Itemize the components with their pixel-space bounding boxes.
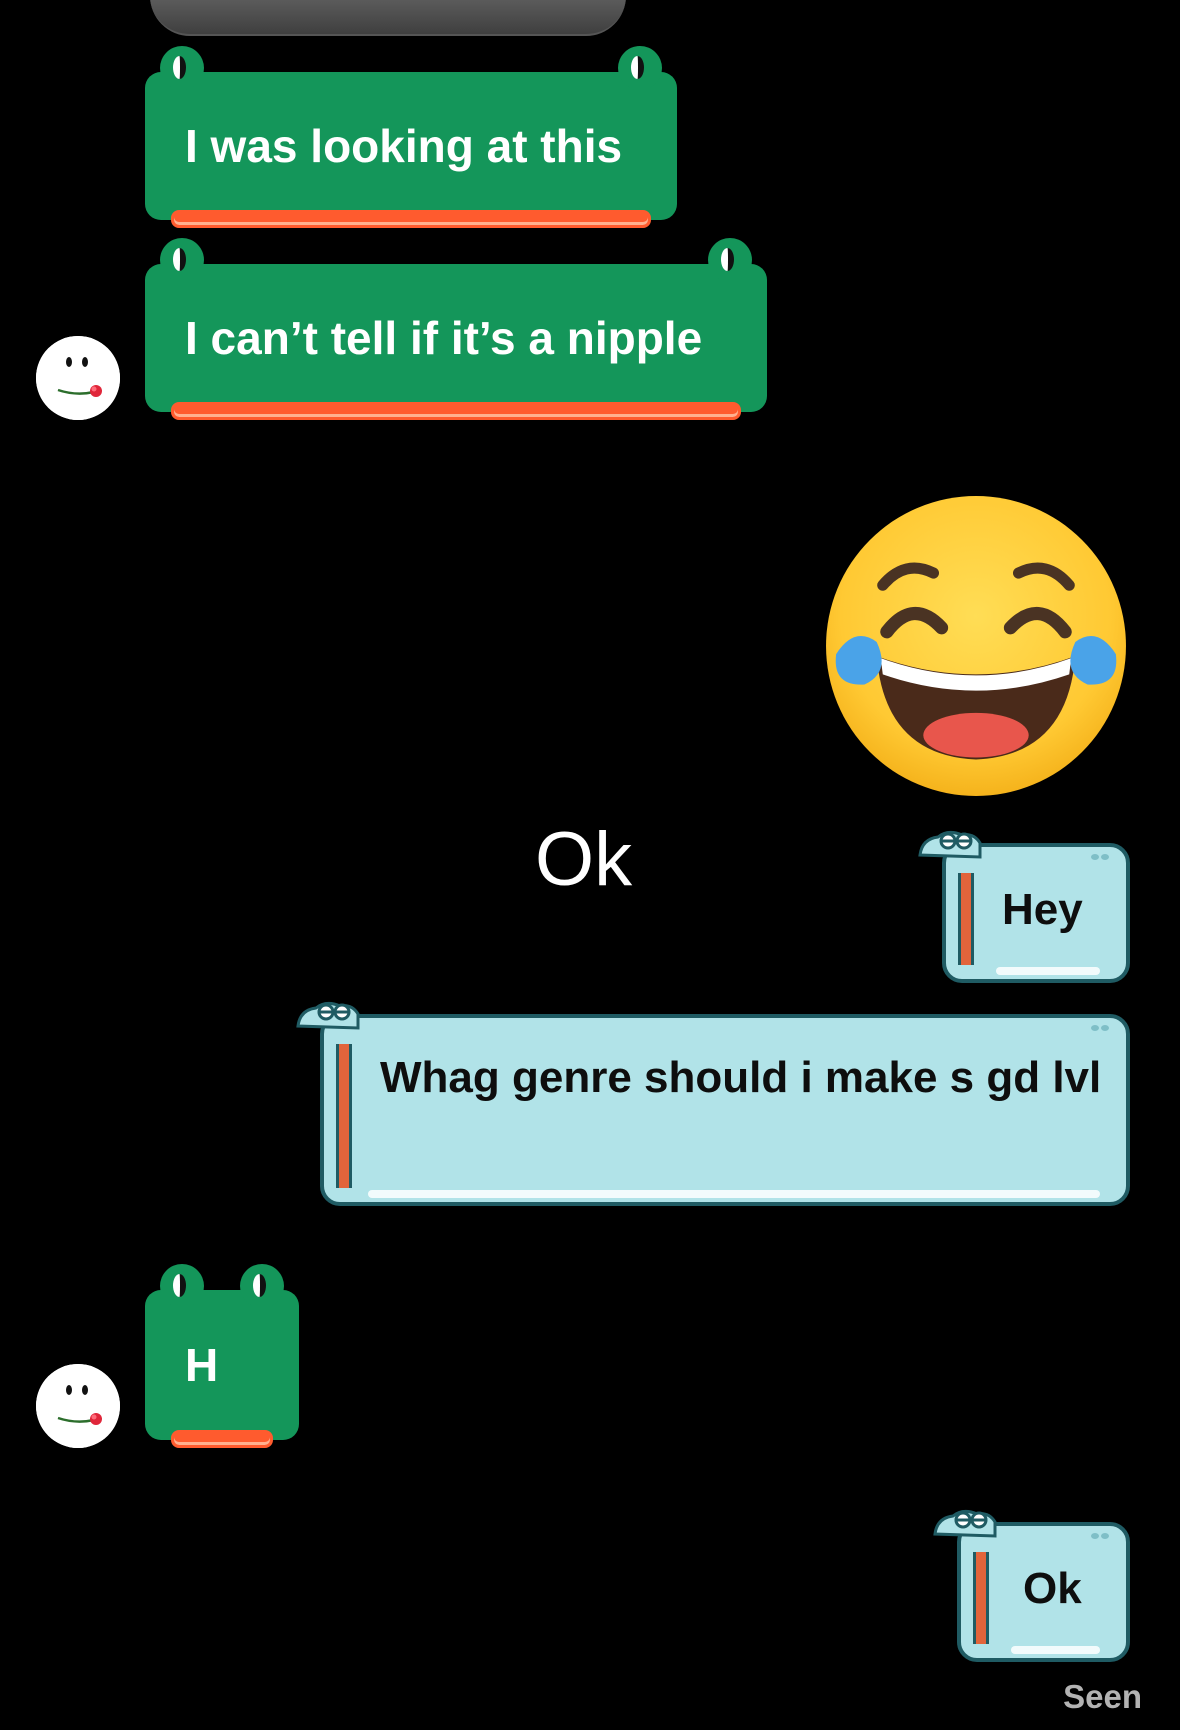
outgoing-message-bubble[interactable]: Hey	[918, 830, 1130, 983]
croc-eyes-icon	[918, 830, 982, 859]
frog-eye-left-icon	[160, 1264, 204, 1308]
frog-eye-left-icon	[160, 238, 204, 282]
frog-tongue-icon	[171, 210, 651, 228]
message-text: Ok	[1023, 1564, 1082, 1613]
smiley-with-rose-icon	[36, 1364, 120, 1448]
message-text: Hey	[1002, 885, 1083, 934]
frog-eye-right-icon	[708, 238, 752, 282]
nostril-dots-icon	[1091, 1025, 1109, 1031]
face-with-tears-of-joy-icon	[826, 496, 1126, 796]
frog-eye-right-icon	[618, 46, 662, 90]
smiley-with-rose-icon	[36, 336, 120, 420]
frog-tongue-icon	[171, 402, 741, 420]
outgoing-message-bubble[interactable]: Whag genre should i make s gd lvl	[296, 1001, 1130, 1206]
incoming-message-bubble[interactable]: H	[145, 1264, 299, 1448]
bubble-sheen	[368, 1190, 1100, 1198]
message-text: H	[185, 1339, 219, 1391]
frog-eye-right-icon	[240, 1264, 284, 1308]
message-text: Whag genre should i make s gd lvl	[380, 1053, 1102, 1102]
media-preview[interactable]	[150, 0, 626, 36]
croc-jaw-icon	[336, 1044, 352, 1188]
bubble-sheen	[996, 967, 1100, 975]
avatar[interactable]	[36, 336, 120, 420]
incoming-message-bubble[interactable]: I can’t tell if it’s a nipple	[145, 238, 767, 420]
croc-eyes-icon	[933, 1509, 997, 1538]
croc-eyes-icon	[296, 1001, 360, 1030]
message-text: I can’t tell if it’s a nipple	[185, 312, 703, 364]
incoming-message-bubble[interactable]: I was looking at this	[145, 46, 677, 228]
frog-tongue-icon	[171, 1430, 273, 1448]
seen-status: Seen	[1063, 1678, 1142, 1715]
croc-jaw-icon	[958, 873, 974, 965]
plain-message-text[interactable]: Ok	[535, 815, 632, 905]
nostril-dots-icon	[1091, 1533, 1109, 1539]
frog-eye-left-icon	[160, 46, 204, 90]
nostril-dots-icon	[1091, 854, 1109, 860]
croc-jaw-icon	[973, 1552, 989, 1644]
outgoing-message-bubble[interactable]: Ok	[933, 1509, 1130, 1662]
message-text: I was looking at this	[185, 120, 623, 172]
bubble-sheen	[1011, 1646, 1100, 1654]
avatar[interactable]	[36, 1364, 120, 1448]
